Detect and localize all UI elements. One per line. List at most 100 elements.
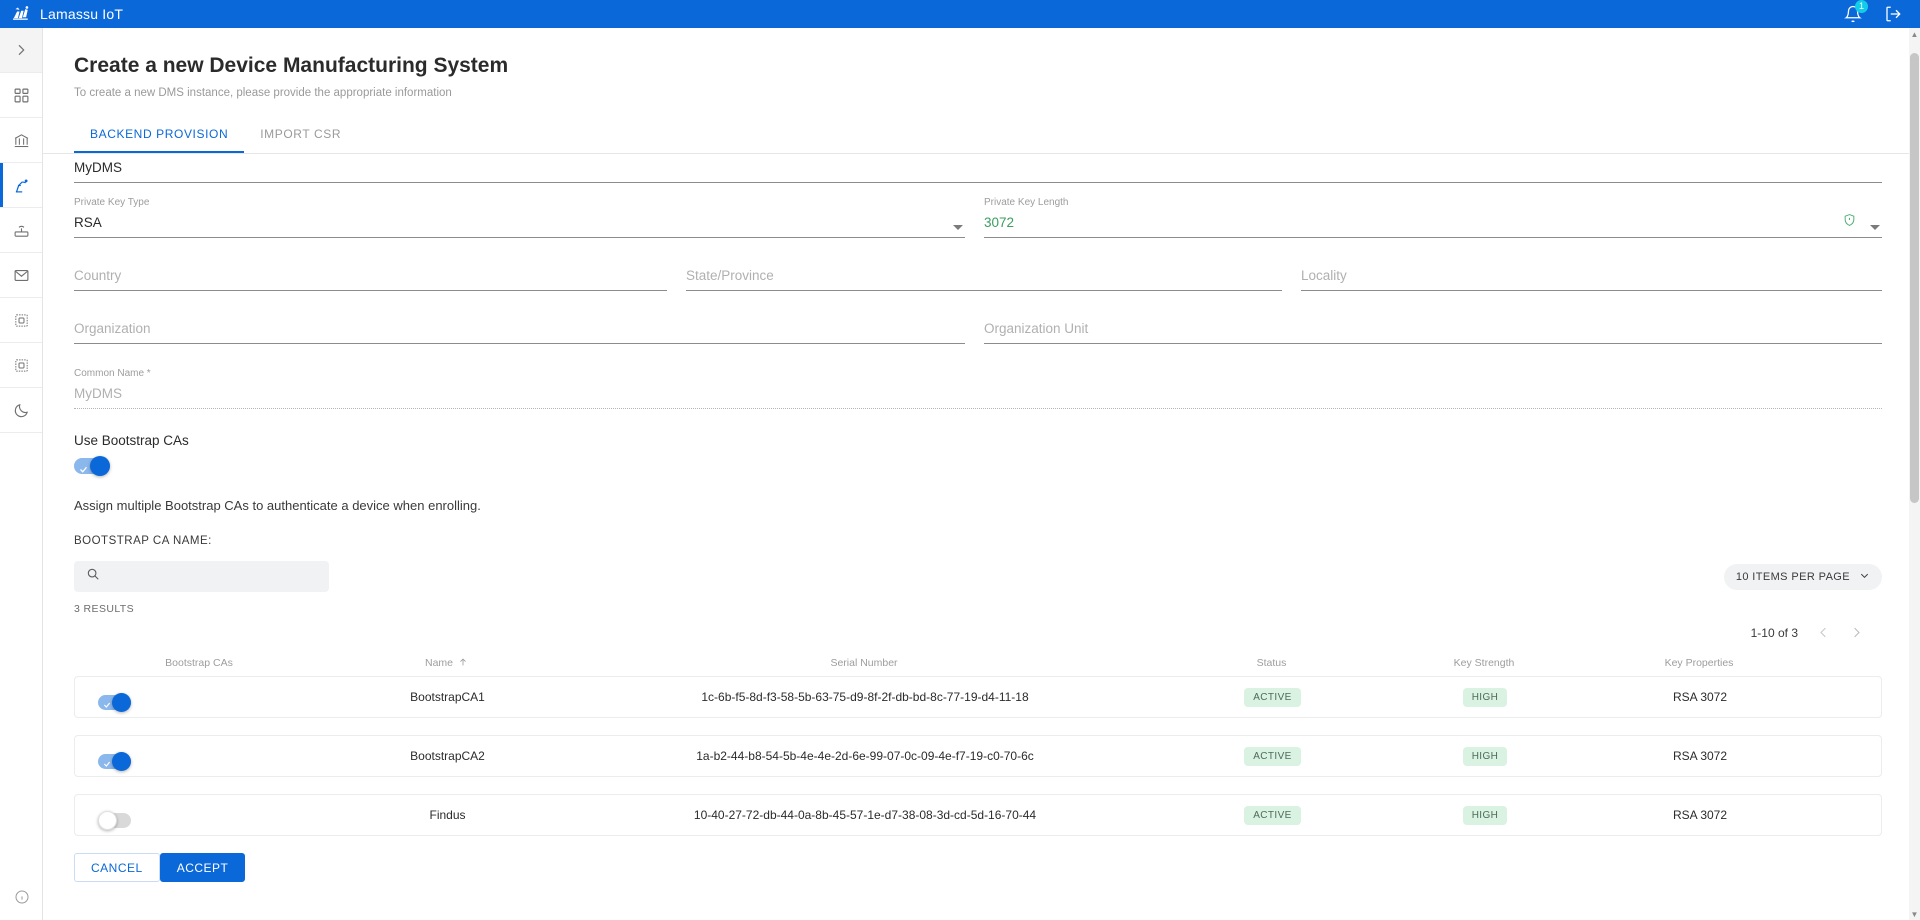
lamassu-lion-logo-icon [12,5,32,23]
use-bootstrap-cas-label: Use Bootstrap CAs [74,433,189,448]
sidebar-item-alerts[interactable] [0,253,42,298]
sidebar-item-device-manufacturing-systems[interactable] [0,163,42,208]
table-row: BootstrapCA2 1a-b2-44-b8-54-5b-4e-4e-2d-… [74,735,1882,777]
items-per-page-label: 10 ITEMS PER PAGE [1735,570,1850,583]
column-header-bootstrap-cas: Bootstrap CAs [165,657,233,669]
page-title: Create a new Device Manufacturing System [74,54,509,77]
sidebar-item-cloud-connectors[interactable] [0,298,42,343]
locality-field[interactable]: Locality [1301,252,1882,291]
status-badge: ACTIVE [1244,687,1301,707]
common-name-value: MyDMS [74,386,122,401]
sidebar-item-certificate-authorities[interactable] [0,118,42,163]
row-key-strength-cell: HIGH [1385,687,1585,707]
dms-name-field[interactable]: MyDMS [74,154,1882,183]
private-key-length-label: Private Key Length [984,197,1069,208]
tab-backend-provision[interactable]: Backend Provision [74,119,245,153]
scroll-up-arrow-icon[interactable]: ▲ [1909,28,1920,40]
sidebar-rail [0,28,43,920]
chevron-down-icon[interactable] [953,225,963,230]
items-per-page-selector[interactable]: 10 ITEMS PER PAGE [1723,563,1882,590]
status-badge: ACTIVE [1244,805,1301,825]
main-content: Create a new Device Manufacturing System… [43,28,1920,920]
cancel-button[interactable]: CANCEL [74,853,160,882]
sidebar-item-devices[interactable] [0,208,42,253]
table-toolbar: 10 ITEMS PER PAGE [74,561,1882,592]
field-underline [984,343,1882,344]
column-header-name-label: Name [424,657,453,669]
scrollbar-thumb[interactable] [1910,53,1919,503]
row-toggle-cell [75,685,325,712]
use-bootstrap-cas-toggle[interactable] [74,456,110,476]
table-row: Findus 10-40-27-72-db-44-0a-8b-45-57-1e-… [74,794,1882,836]
key-strength-badge: HIGH [1462,805,1508,825]
common-name-label: Common Name * [74,368,151,379]
bootstrap-ca-toggle[interactable] [98,692,131,712]
accept-button[interactable]: ACCEPT [159,853,246,882]
state-province-field[interactable]: State/Province [686,252,1282,291]
row-serial-number: 1c-6b-f5-8d-f3-58-5b-63-75-d9-8f-2f-db-b… [701,690,1029,704]
sidebar-item-integrations[interactable] [0,343,42,388]
organization-unit-field[interactable]: Organization Unit [984,305,1882,344]
column-header-key-properties: Key Properties [1664,657,1734,669]
row-key-properties: RSA 3072 [1672,690,1728,704]
brand[interactable]: Lamassu IoT [12,5,123,23]
page-header: Create a new Device Manufacturing System… [43,28,1920,99]
table-header: Bootstrap CAs Name Serial Number Status … [74,650,1882,676]
previous-page-button[interactable] [1816,625,1831,640]
address-row-2: Organization Organization Unit [74,305,1882,344]
sidebar-item-dashboard[interactable] [0,73,42,118]
organization-field[interactable]: Organization [74,305,965,344]
row-name: BootstrapCA1 [410,690,485,704]
sidebar-item-expand-sidebar[interactable] [0,28,42,73]
vertical-scrollbar[interactable]: ▲ ▼ [1909,28,1920,920]
key-strength-badge: HIGH [1462,746,1508,766]
private-key-type-label: Private Key Type [74,197,150,208]
sort-asc-arrow-icon [458,657,468,670]
row-toggle-cell [75,744,325,771]
app-root: Lamassu IoT 1 Create a new Device Manufa… [0,0,1920,920]
organization-unit-placeholder: Organization Unit [984,321,1089,336]
field-underline [74,343,965,344]
row-toggle-cell [75,803,325,830]
check-icon [103,757,111,771]
tab-import-csr[interactable]: Import CSR [244,119,357,153]
bootstrap-ca-search[interactable] [74,561,329,592]
address-row-1: Country State/Province Locality [74,252,1882,291]
chevron-down-icon [1859,570,1870,584]
info-circle-icon[interactable] [0,874,43,920]
bootstrap-ca-toggle[interactable] [98,810,131,830]
toggle-knob [112,751,131,771]
column-header-serial-number: Serial Number [830,657,898,669]
common-name-field[interactable]: Common Name * MyDMS [74,354,1882,409]
search-input[interactable] [109,569,309,584]
sidebar-item-dark-mode[interactable] [0,388,42,433]
bootstrap-ca-toggle[interactable] [98,751,131,771]
key-strength-badge: HIGH [1462,687,1508,707]
organization-placeholder: Organization [74,321,151,336]
bell-icon[interactable]: 1 [1844,0,1868,23]
appbar-actions: 1 [1844,0,1908,23]
country-field[interactable]: Country [74,252,667,291]
pagination: 1-10 of 3 [74,625,1882,640]
field-underline [74,237,965,238]
shield-check-icon [1843,213,1856,232]
scroll-down-arrow-icon[interactable]: ▼ [1909,908,1920,920]
logout-icon[interactable] [1884,5,1902,23]
bootstrap-ca-name-label: BOOTSTRAP CA NAME: [74,535,212,547]
private-key-length-field[interactable]: Private Key Length 3072 [984,183,1882,238]
row-key-properties: RSA 3072 [1672,808,1728,822]
state-province-placeholder: State/Province [686,268,774,283]
column-header-name[interactable]: Name [324,657,569,670]
notification-count-badge: 1 [1855,0,1868,13]
next-page-button[interactable] [1849,625,1864,640]
row-serial-number: 1a-b2-44-b8-54-5b-4e-4e-2d-6e-99-07-0c-0… [696,749,1034,763]
row-key-properties: RSA 3072 [1672,749,1728,763]
chevron-down-icon[interactable] [1870,225,1880,230]
private-key-type-field[interactable]: Private Key Type RSA [74,183,965,238]
page-subtitle: To create a new DMS instance, please pro… [74,87,452,99]
row-key-strength-cell: HIGH [1385,805,1585,825]
key-row: Private Key Type RSA Private Key Length … [74,183,1882,238]
field-underline [1301,290,1882,291]
private-key-length-value: 3072 [984,215,1015,230]
check-icon [79,461,88,479]
